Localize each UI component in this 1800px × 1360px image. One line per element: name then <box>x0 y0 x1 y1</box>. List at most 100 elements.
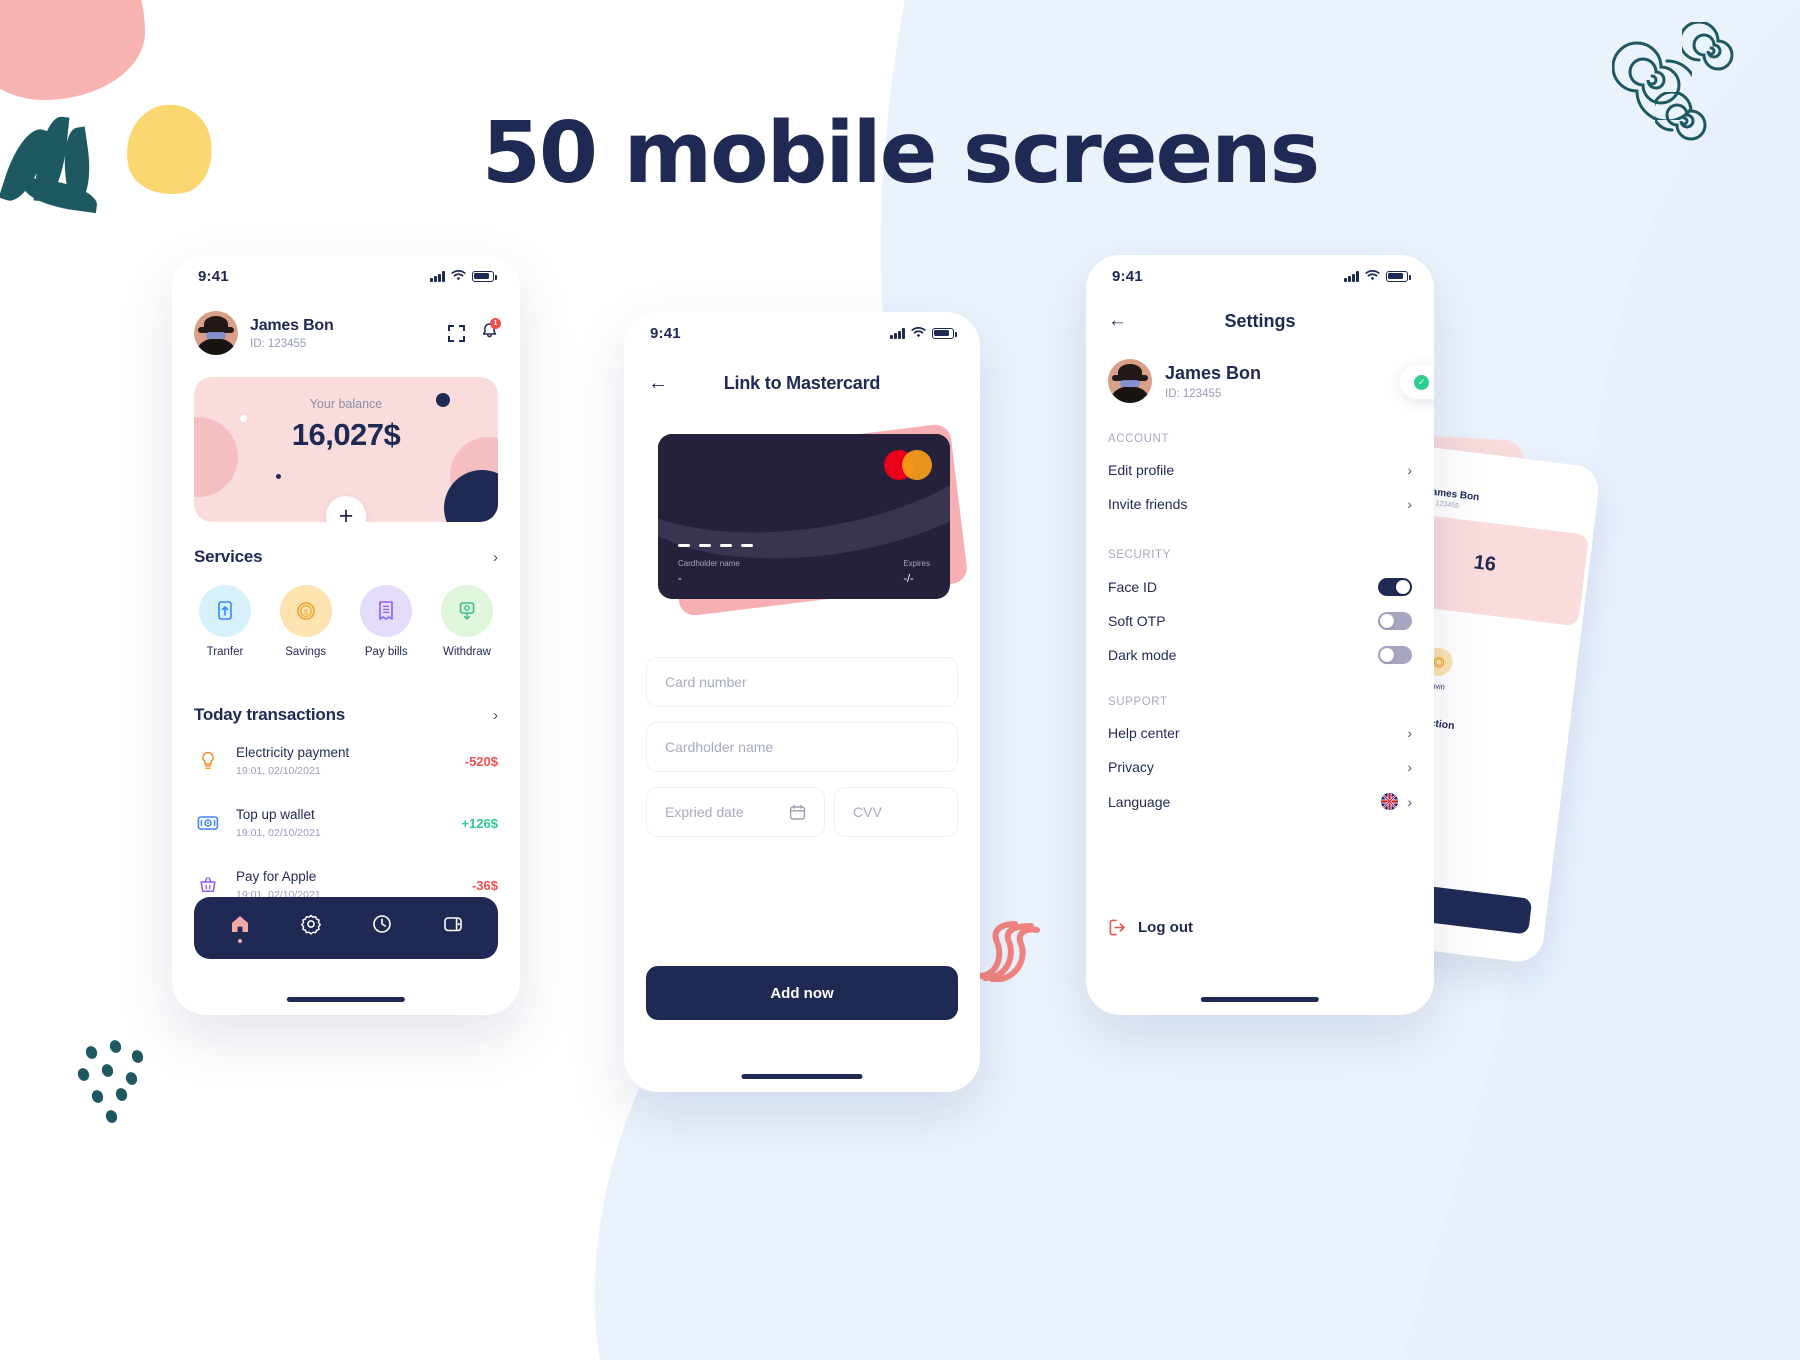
phone-settings-screen: 9:41 ← Settings James Bon ID: 123455 ✓ A… <box>1086 255 1434 1015</box>
user-id: ID: 123455 <box>1165 387 1222 400</box>
settings-item-face-id[interactable]: Face ID <box>1108 578 1412 596</box>
nav-bar: ← Link to Mastercard <box>624 368 980 398</box>
service-item-withdraw[interactable]: Withdraw <box>436 585 498 658</box>
tab-home[interactable] <box>229 913 251 943</box>
chevron-right-icon[interactable]: › <box>1407 794 1412 810</box>
atm-icon <box>440 585 493 637</box>
card-number-placeholder: Card number <box>665 674 747 690</box>
cardholder-name-input[interactable]: Cardholder name <box>646 722 958 772</box>
lightbulb-icon <box>194 747 222 775</box>
signal-bars-icon <box>1344 270 1359 282</box>
settings-label: Dark mode <box>1108 647 1177 663</box>
mastercard-logo <box>884 450 932 480</box>
back-arrow-icon[interactable]: ← <box>648 373 668 393</box>
transaction-title: Pay for Apple <box>236 869 317 884</box>
logout-button[interactable]: Log out <box>1108 918 1193 937</box>
settings-label: Face ID <box>1108 579 1158 595</box>
home-indicator <box>286 997 406 1002</box>
service-label: Pay bills <box>364 646 408 658</box>
tab-history[interactable] <box>371 913 393 943</box>
credit-card-preview: Cardholder name - Expires -/- <box>658 434 950 599</box>
chevron-right-icon[interactable]: › <box>1407 462 1412 478</box>
settings-item-language[interactable]: Language › <box>1108 793 1412 810</box>
add-money-button[interactable]: + <box>326 496 366 522</box>
profile-header[interactable]: James Bon ID: 123455 1 <box>194 311 501 355</box>
scan-icon[interactable] <box>448 324 465 342</box>
table-row[interactable]: Electricity payment 19:01, 02/10/2021 -5… <box>194 745 498 777</box>
service-item-savings[interactable]: $ Savings <box>275 585 337 658</box>
settings-item-dark-mode[interactable]: Dark mode <box>1108 646 1412 664</box>
expiry-date-input[interactable]: Expried date <box>646 787 825 837</box>
service-item-transfer[interactable]: Tranfer <box>194 585 256 658</box>
poster-canvas: 50 mobile screens 9:41 James Bon ID: 123… <box>0 0 1800 1360</box>
face-id-toggle[interactable] <box>1378 578 1412 596</box>
calendar-icon[interactable] <box>789 804 806 821</box>
settings-label: Invite friends <box>1108 496 1188 512</box>
battery-icon <box>932 327 957 339</box>
settings-item-help-center[interactable]: Help center › <box>1108 725 1412 741</box>
logout-icon <box>1109 919 1125 936</box>
expires-value: -/- <box>903 573 914 585</box>
service-item-paybills[interactable]: Pay bills <box>355 585 417 658</box>
cardholder-value: - <box>678 573 682 585</box>
settings-label: Soft OTP <box>1108 613 1166 629</box>
transactions-title: Today transactions <box>194 705 346 724</box>
tab-wallet[interactable] <box>442 913 464 943</box>
check-circle-icon: ✓ <box>1414 374 1430 390</box>
status-badge: ✓ Verified <box>1400 365 1434 399</box>
transaction-amount: -36$ <box>471 877 498 893</box>
soft-otp-toggle[interactable] <box>1378 612 1412 630</box>
cardholder-label: Cardholder name <box>678 559 740 568</box>
status-time: 9:41 <box>650 324 681 342</box>
settings-item-edit-profile[interactable]: Edit profile › <box>1108 462 1412 478</box>
balance-amount: 16,027$ <box>291 417 401 452</box>
transaction-amount: -520$ <box>464 753 498 769</box>
transaction-time: 19:01, 02/10/2021 <box>236 765 321 777</box>
chevron-right-icon[interactable]: › <box>1407 725 1412 741</box>
settings-label: Language <box>1108 793 1171 810</box>
settings-item-soft-otp[interactable]: Soft OTP <box>1108 612 1412 630</box>
balance-label: Your balance <box>309 397 383 411</box>
svg-text:$: $ <box>304 607 309 616</box>
page-title: Settings <box>1224 311 1296 331</box>
bell-icon[interactable]: 1 <box>481 317 501 345</box>
chevron-right-icon[interactable]: › <box>493 549 498 566</box>
settings-label: Privacy <box>1108 759 1154 775</box>
decor-squiggle <box>975 920 1041 987</box>
group-title-security: SECURITY <box>1108 549 1171 561</box>
chevron-right-icon[interactable]: › <box>1407 759 1412 775</box>
user-id: ID: 123455 <box>250 337 307 350</box>
add-now-button[interactable]: Add now <box>646 966 958 1020</box>
bill-icon <box>360 585 413 637</box>
transactions-header[interactable]: Today transactions › <box>194 705 498 725</box>
services-header[interactable]: Services › <box>194 547 498 567</box>
table-row[interactable]: Top up wallet 19:01, 02/10/2021 +126$ <box>194 807 498 839</box>
chevron-right-icon[interactable]: › <box>493 707 498 724</box>
tab-settings[interactable] <box>300 913 322 943</box>
avatar[interactable] <box>194 311 238 355</box>
chevron-right-icon[interactable]: › <box>1407 496 1412 512</box>
transaction-time: 19:01, 02/10/2021 <box>236 827 321 839</box>
bottom-tab-bar <box>194 897 498 959</box>
settings-item-invite-friends[interactable]: Invite friends › <box>1108 496 1412 512</box>
decor-pink-blob <box>0 0 145 100</box>
status-bar: 9:41 <box>1086 255 1434 297</box>
group-title-account: ACCOUNT <box>1108 433 1170 445</box>
user-name: James Bon <box>1165 362 1262 383</box>
dark-mode-toggle[interactable] <box>1378 646 1412 664</box>
service-label: Tranfer <box>206 646 244 658</box>
profile-header[interactable]: James Bon ID: 123455 <box>1108 359 1261 403</box>
settings-item-privacy[interactable]: Privacy › <box>1108 759 1412 775</box>
back-arrow-icon[interactable]: ← <box>1108 311 1127 330</box>
settings-label: Edit profile <box>1108 462 1175 478</box>
signal-bars-icon <box>890 327 905 339</box>
avatar[interactable] <box>1108 359 1152 403</box>
card-number-input[interactable]: Card number <box>646 657 958 707</box>
uk-flag-icon[interactable] <box>1381 793 1399 810</box>
logout-label: Log out <box>1138 919 1193 936</box>
expiry-placeholder: Expried date <box>665 804 744 820</box>
nav-bar: ← Settings <box>1086 311 1434 337</box>
transaction-title: Electricity payment <box>236 745 350 760</box>
battery-icon <box>1386 270 1411 282</box>
cvv-input[interactable]: CVV <box>834 787 958 837</box>
